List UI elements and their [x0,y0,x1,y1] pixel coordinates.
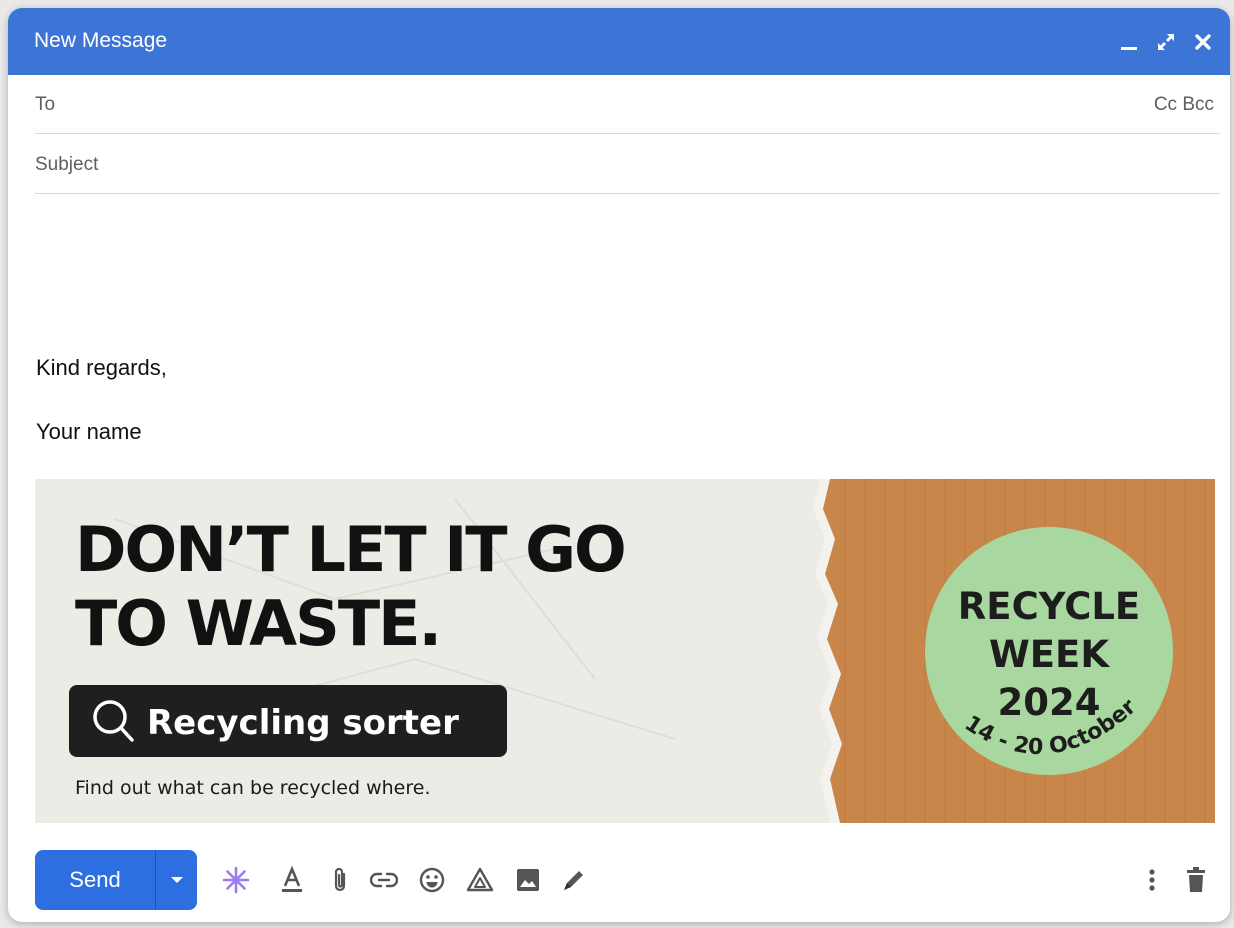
compose-toolbar: Send [35,850,1218,910]
compose-title-bar: New Message [8,8,1230,75]
banner-graphic: DON’T LET IT GO TO WASTE. Recycling sort… [35,479,1215,823]
emoji-icon[interactable] [417,865,447,895]
compose-window: New Message To Cc Bcc Subject Kind regar… [8,8,1230,922]
expand-icon[interactable] [1156,32,1176,57]
banner-tagline: Find out what can be recycled where. [75,777,430,799]
to-label: To [35,94,56,115]
send-options-icon[interactable] [156,850,197,910]
badge-line3: 2024 [998,681,1101,724]
recycling-sorter-label: Recycling sorter [147,703,459,743]
more-options-icon[interactable] [1137,865,1167,895]
subject-field[interactable]: Subject [35,135,1220,194]
minimize-icon[interactable] [1120,32,1138,57]
badge-line2: WEEK [989,633,1110,676]
badge-line1: RECYCLE [958,585,1140,628]
recycle-week-banner[interactable]: DON’T LET IT GO TO WASTE. Recycling sort… [35,479,1215,823]
photo-icon[interactable] [513,865,543,895]
sparkle-icon[interactable] [221,865,251,895]
trash-icon[interactable] [1181,865,1211,895]
text-format-icon[interactable] [277,865,307,895]
signature-icon[interactable] [559,865,589,895]
drive-icon[interactable] [465,865,495,895]
cc-bcc-link[interactable]: Cc Bcc [1154,94,1214,116]
attachment-icon[interactable] [325,865,355,895]
send-button[interactable]: Send [35,850,155,910]
close-icon[interactable] [1194,33,1212,56]
banner-headline-line1: DON’T LET IT GO [75,513,625,586]
banner-headline-line2: TO WASTE. [75,587,440,660]
to-field[interactable]: To Cc Bcc [35,75,1220,134]
subject-placeholder: Subject [35,154,99,175]
send-button-group: Send [35,850,197,910]
window-controls [1120,32,1212,57]
body-line-name: Your name [36,419,142,444]
compose-title: New Message [34,29,168,52]
body-line-closing: Kind regards, [36,355,167,380]
link-icon[interactable] [369,865,399,895]
